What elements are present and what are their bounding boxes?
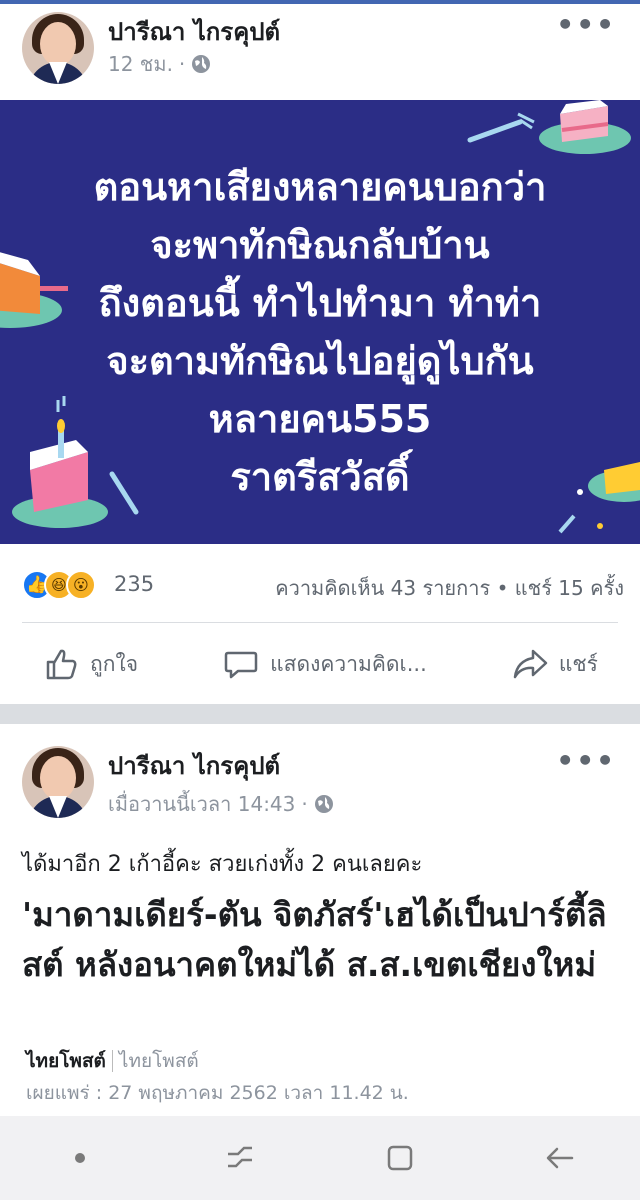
- divider: [22, 622, 618, 623]
- separator-dot: ·: [178, 52, 186, 76]
- banner-text: ตอนหาเสียงหลายคนบอกว่า จะพาทักษิณกลับบ้า…: [0, 158, 640, 506]
- banner-line: จะพาทักษิณกลับบ้าน: [150, 223, 490, 267]
- banner-line: ราตรีสวัสดิ์: [230, 455, 410, 499]
- globe-icon: [192, 55, 211, 73]
- banner-line: จะตามทักษิณไปอยู่ดูไบกัน: [106, 339, 534, 383]
- like-label: ถูกใจ: [90, 651, 139, 676]
- reactions-row: 👍 😆 😮 235 ความคิดเห็น 43 รายการ • แชร์ 1…: [0, 564, 640, 608]
- share-label: แชร์: [558, 651, 598, 676]
- post-menu-button[interactable]: •••: [556, 8, 616, 41]
- reaction-count[interactable]: 235: [114, 572, 154, 596]
- article-headline[interactable]: 'มาดามเดียร์-ตัน จิตภัสร์'เฮได้เป็นปาร์ต…: [22, 890, 632, 990]
- comment-icon: [224, 651, 258, 679]
- comment-button[interactable]: แสดงความคิดเ...: [222, 645, 427, 683]
- post-author[interactable]: ปารีณา ไกรคุปต์: [108, 746, 280, 785]
- thumbs-up-icon: [46, 649, 77, 680]
- home-icon[interactable]: [382, 1140, 418, 1176]
- dot-icon[interactable]: [62, 1140, 98, 1176]
- separator-dot: ·: [301, 792, 308, 816]
- recent-apps-icon[interactable]: [222, 1140, 258, 1176]
- publish-date: เผยแพร่ : 27 พฤษภาคม 2562 เวลา 11.42 น.: [26, 1082, 409, 1104]
- post-meta: เมื่อวานนี้เวลา 14:43 ·: [108, 788, 334, 820]
- banner-line: หลายคน555: [208, 397, 432, 441]
- system-nav-bar: [0, 1116, 640, 1200]
- share-icon: [513, 649, 548, 679]
- avatar[interactable]: [22, 12, 94, 84]
- reaction-icons[interactable]: 👍 😆 😮: [22, 570, 96, 600]
- banner-line: ตอนหาเสียงหลายคนบอกว่า: [93, 165, 547, 209]
- wow-icon: 😮: [66, 570, 96, 600]
- post-actions: ถูกใจ แสดงความคิดเ... แชร์: [0, 634, 640, 694]
- post-author[interactable]: ปารีณา ไกรคุปต์: [108, 12, 280, 51]
- post-card: ปารีณา ไกรคุปต์ เมื่อวานนี้เวลา 14:43 · …: [0, 724, 640, 1116]
- source-logo-text: ไทยโพสต์: [111, 1050, 199, 1072]
- banner-line: ถึงตอนนี้ ทำไปทำมา ทำท่า: [98, 281, 542, 325]
- post-caption: ได้มาอีก 2 เก้าอี้คะ สวยเก่งทั้ง 2 คนเลย…: [22, 852, 423, 877]
- post-card: ปารีณา ไกรคุปต์ 12 ชม. · ••• ตอนหาเสียงห…: [0, 4, 640, 704]
- post-time[interactable]: เมื่อวานนี้เวลา 14:43: [108, 788, 295, 820]
- post-time[interactable]: 12 ชม.: [108, 48, 173, 80]
- avatar[interactable]: [22, 746, 94, 818]
- comments-shares-count[interactable]: ความคิดเห็น 43 รายการ • แชร์ 15 ครั้ง: [275, 572, 624, 604]
- post-menu-button[interactable]: •••: [556, 744, 616, 777]
- share-button[interactable]: แชร์: [511, 645, 598, 683]
- source-name: ไทยโพสต์: [26, 1050, 106, 1072]
- post-meta: 12 ชม. ·: [108, 48, 211, 80]
- back-icon[interactable]: [542, 1140, 578, 1176]
- post-image-banner[interactable]: ตอนหาเสียงหลายคนบอกว่า จะพาทักษิณกลับบ้า…: [0, 100, 640, 544]
- comment-label: แสดงความคิดเ...: [270, 651, 427, 676]
- like-button[interactable]: ถูกใจ: [42, 645, 138, 683]
- article-source: ไทยโพสต์ ไทยโพสต์: [26, 1046, 199, 1076]
- globe-icon: [314, 795, 333, 813]
